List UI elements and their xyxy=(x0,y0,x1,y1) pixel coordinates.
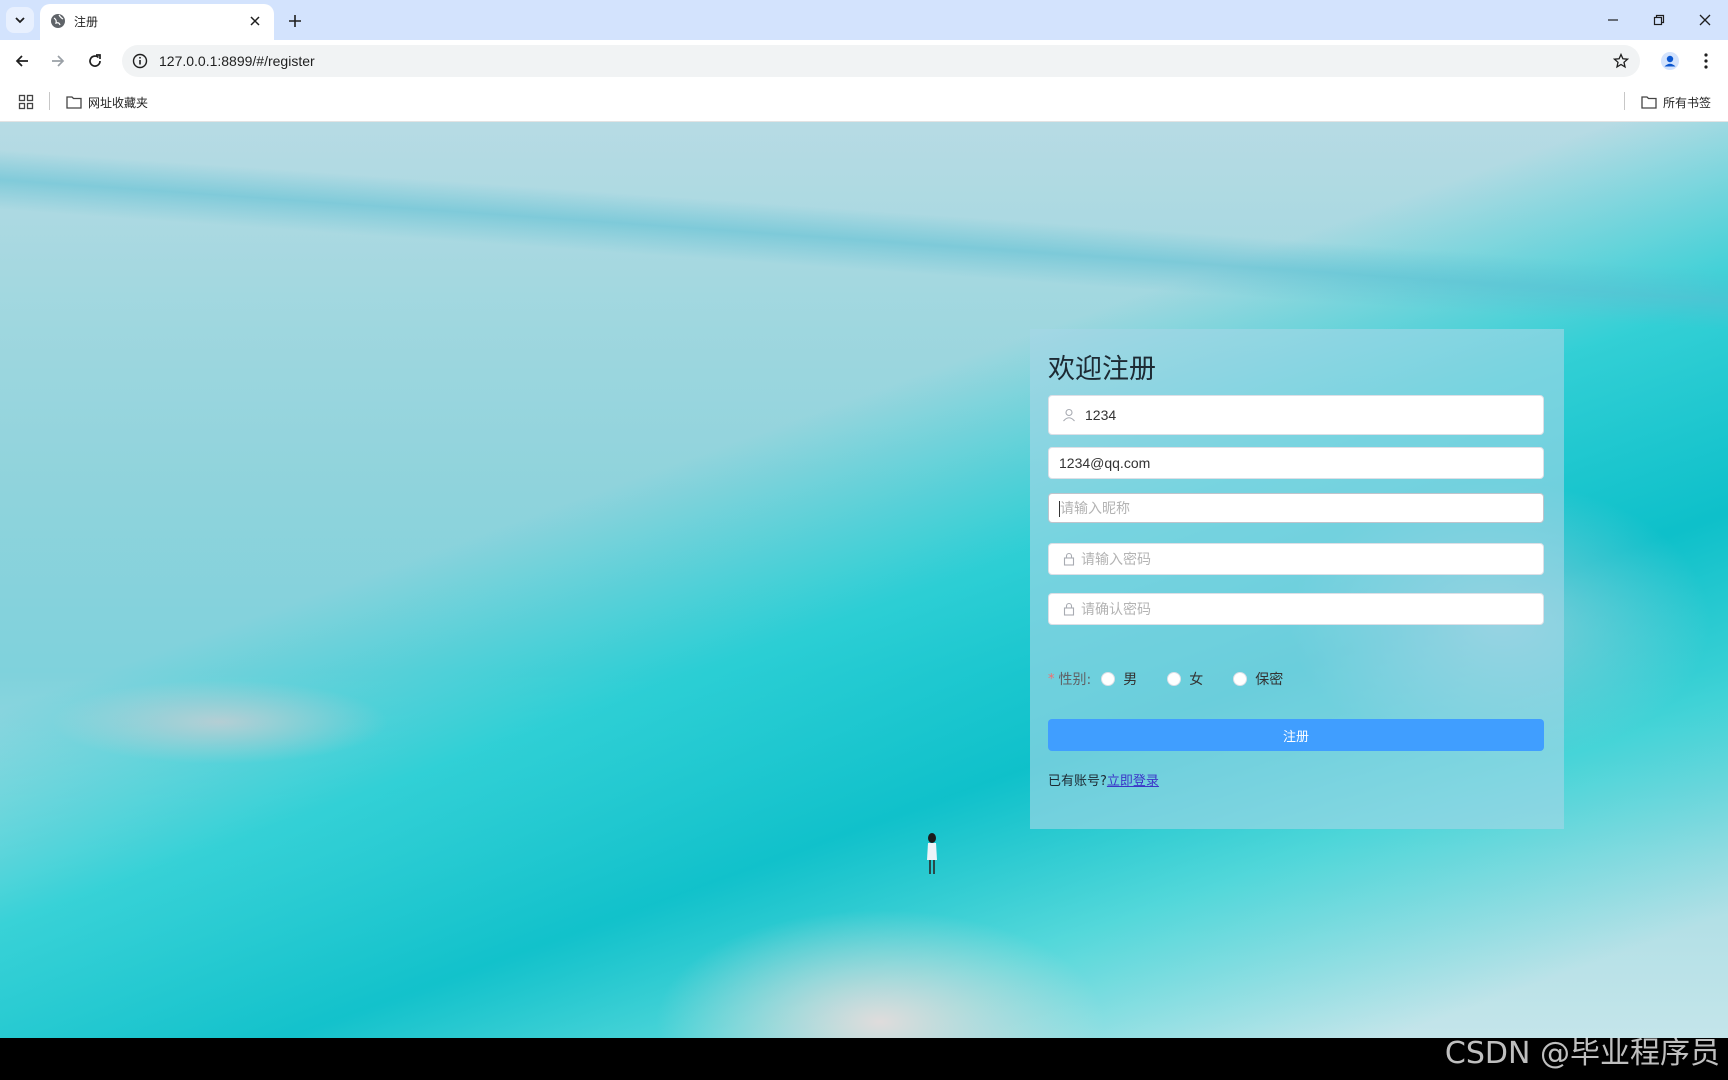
active-tab[interactable]: 注册 xyxy=(40,4,274,40)
lock-icon xyxy=(1061,551,1077,567)
nickname-field[interactable]: 请输入昵称 xyxy=(1048,493,1544,523)
radio-circle[interactable] xyxy=(1233,672,1248,686)
gender-option-label: 保密 xyxy=(1255,672,1284,688)
nickname-placeholder: 请输入昵称 xyxy=(1060,501,1130,517)
bookmark-star-button[interactable] xyxy=(1610,50,1632,72)
bookmarks-bar: 网址收藏夹 所有书签 xyxy=(0,82,1728,122)
password-placeholder: 请输入密码 xyxy=(1081,552,1151,568)
radio-circle[interactable] xyxy=(1167,672,1182,686)
close-icon xyxy=(250,16,260,26)
folder-icon xyxy=(66,96,82,109)
tab-title: 注册 xyxy=(74,15,99,29)
page-title: 欢迎注册 xyxy=(1048,354,1156,385)
password-field[interactable]: 请输入密码 xyxy=(1048,543,1544,575)
address-bar[interactable]: 127.0.0.1:8899/#/register xyxy=(122,45,1640,77)
close-icon xyxy=(1699,14,1711,26)
arrow-left-icon xyxy=(15,55,28,67)
person-figure-image xyxy=(927,833,937,874)
confirm-password-field[interactable]: 请确认密码 xyxy=(1048,593,1544,625)
profile-icon xyxy=(1661,52,1679,70)
tab-strip: 注册 xyxy=(0,0,1728,40)
forward-button[interactable] xyxy=(44,47,72,75)
bookmark-folder[interactable]: 网址收藏夹 xyxy=(66,91,148,113)
gender-group: * 性别: 男 女 保密 xyxy=(1048,669,1313,689)
all-bookmarks-label: 所有书签 xyxy=(1663,95,1712,110)
profile-button[interactable] xyxy=(1656,47,1684,75)
login-link[interactable]: 立即登录 xyxy=(1107,770,1159,789)
bookmark-separator xyxy=(49,92,50,110)
all-bookmarks-button[interactable]: 所有书签 xyxy=(1641,91,1711,113)
email-value: 1234@qq.com xyxy=(1059,455,1151,471)
gender-label: 性别: xyxy=(1058,672,1092,688)
reload-icon xyxy=(89,54,101,67)
globe-icon xyxy=(51,14,65,28)
radio-circle[interactable] xyxy=(1101,672,1116,686)
restore-button[interactable] xyxy=(1636,0,1682,40)
chevron-down-icon xyxy=(15,17,25,24)
apps-button[interactable] xyxy=(14,91,38,113)
user-icon xyxy=(1061,407,1077,423)
confirm-password-placeholder: 请确认密码 xyxy=(1081,602,1151,618)
more-vertical-icon xyxy=(1704,53,1708,69)
lock-icon xyxy=(1061,601,1077,617)
register-card: 欢迎注册 1234 1234@qq.com 请输入昵称 请输入密码 请确认密码 xyxy=(1030,329,1564,829)
gender-option-label: 女 xyxy=(1189,672,1204,688)
tab-search-button[interactable] xyxy=(6,7,34,33)
gender-radio-female[interactable]: 女 xyxy=(1167,669,1203,689)
background-water-band xyxy=(0,145,1728,339)
gender-radio-secret[interactable]: 保密 xyxy=(1233,669,1283,689)
login-prompt: 已有账号? xyxy=(1048,774,1107,789)
arrow-right-icon xyxy=(52,55,65,67)
browser-menu-button[interactable] xyxy=(1692,47,1720,75)
gender-option-label: 男 xyxy=(1123,672,1138,688)
new-tab-button[interactable] xyxy=(282,8,308,34)
restore-icon xyxy=(1653,14,1665,26)
address-toolbar: 127.0.0.1:8899/#/register xyxy=(0,40,1728,82)
plus-icon xyxy=(289,15,301,27)
watermark-text: CSDN @毕业程序员 xyxy=(1444,1036,1720,1071)
page-viewport: 欢迎注册 1234 1234@qq.com 请输入昵称 请输入密码 请确认密码 xyxy=(0,122,1728,1038)
register-button[interactable]: 注册 xyxy=(1048,719,1544,751)
apps-grid-icon xyxy=(18,94,34,110)
star-icon xyxy=(1613,53,1629,69)
username-field[interactable]: 1234 xyxy=(1048,395,1544,435)
gender-radio-male[interactable]: 男 xyxy=(1101,669,1137,689)
login-prompt-row: 已有账号? 立即登录 xyxy=(1048,770,1159,789)
bookmark-separator xyxy=(1624,92,1625,110)
minimize-icon xyxy=(1608,19,1618,21)
window-controls xyxy=(1590,0,1728,40)
bookmark-folder-label: 网址收藏夹 xyxy=(88,95,149,110)
url-text: 127.0.0.1:8899/#/register xyxy=(159,53,315,69)
back-button[interactable] xyxy=(8,47,36,75)
username-value: 1234 xyxy=(1085,407,1117,423)
required-mark: * xyxy=(1048,671,1055,687)
tab-close-button[interactable] xyxy=(244,10,266,32)
reload-button[interactable] xyxy=(81,47,109,75)
folder-icon xyxy=(1641,96,1657,109)
site-info-button[interactable] xyxy=(130,51,150,71)
minimize-button[interactable] xyxy=(1590,0,1636,40)
close-window-button[interactable] xyxy=(1682,0,1728,40)
email-field[interactable]: 1234@qq.com xyxy=(1048,447,1544,479)
info-icon xyxy=(132,53,148,69)
